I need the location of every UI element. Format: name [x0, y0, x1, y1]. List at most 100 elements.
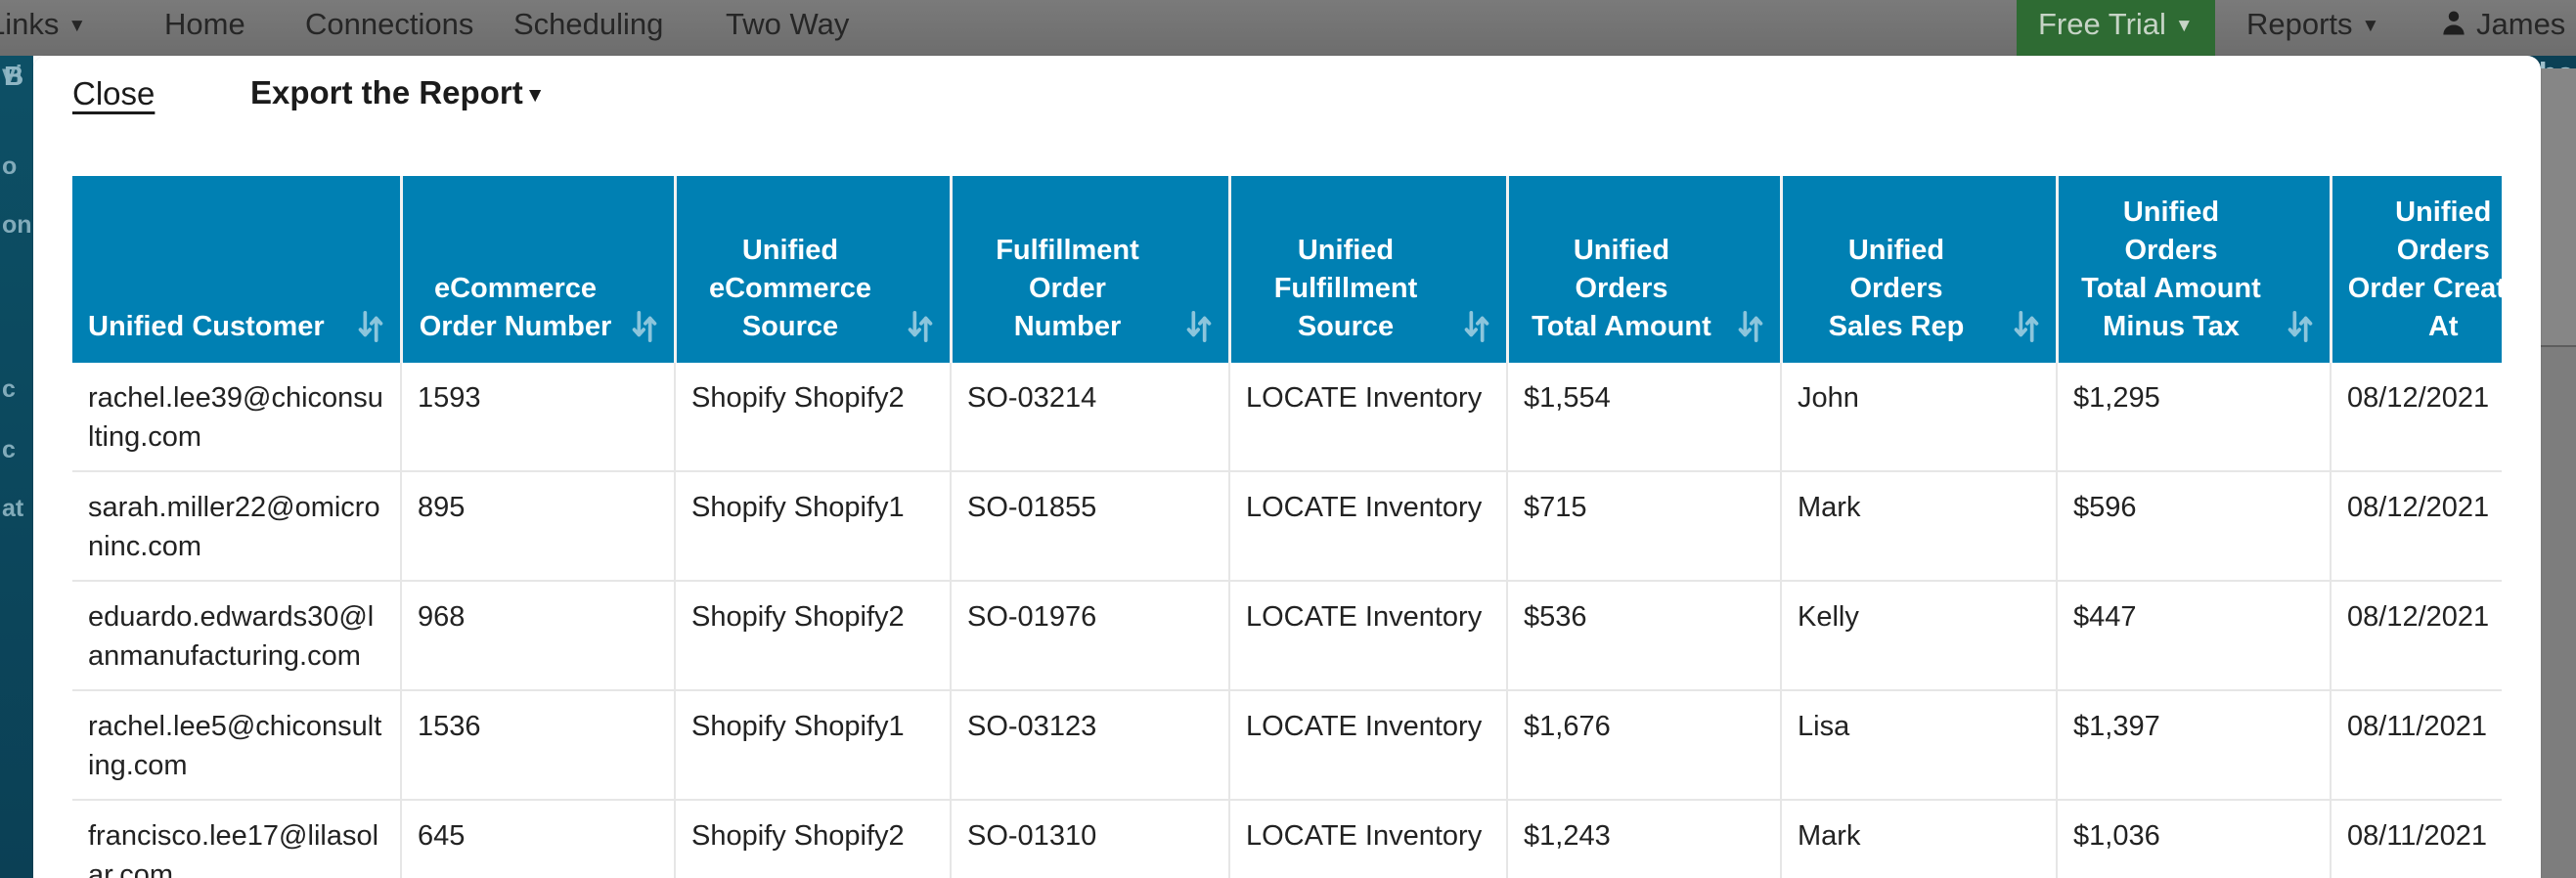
nav-item-label: Connections — [305, 7, 474, 41]
cell-unified-fulfillment-source: LOCATE Inventory — [1229, 799, 1508, 878]
sort-both-icon[interactable] — [2011, 310, 2042, 343]
cell-unified-fulfillment-source: LOCATE Inventory — [1229, 362, 1508, 472]
report-table-scroll-area[interactable]: Unified Customer eCommerce Order Number Uni… — [72, 176, 2502, 878]
table-row[interactable]: sarah.miller22@omicroninc.com 895 Shopify … — [72, 470, 2502, 582]
column-header-unified-orders-sales-rep[interactable]: Unified Orders Sales Rep — [1781, 176, 2059, 363]
column-header-label: Unified eCommerce Source — [708, 235, 872, 343]
export-the-report-dropdown[interactable]: Export the Report▼ — [250, 74, 545, 111]
report-header-row: Unified Customer eCommerce Order Number Uni… — [72, 176, 2502, 363]
user-menu[interactable]: James — [2439, 0, 2565, 56]
cell-unified-ecommerce-source: Shopify Shopify2 — [675, 362, 952, 472]
table-row[interactable]: eduardo.edwards30@lanmanufacturing.com 96… — [72, 580, 2502, 691]
cell-unified-fulfillment-source: LOCATE Inventory — [1229, 580, 1508, 691]
cell-unified-ecommerce-source: Shopify Shopify1 — [675, 689, 952, 801]
column-header-label: eCommerce Order Number — [419, 273, 612, 343]
top-navigation-bar: Links ▼ Home Connections Scheduling Two W… — [0, 0, 2576, 56]
column-header-label: Unified Orders Sales Rep — [1828, 235, 1965, 343]
sidebar-ghost-text: c — [2, 375, 16, 403]
cell-unified-customer: francisco.lee17@lilasolar.com — [72, 799, 402, 878]
cell-fulfillment-order-number: SO-03214 — [951, 362, 1230, 472]
sidebar-ghost-text: on — [2, 211, 32, 239]
column-header-fulfillment-order-number[interactable]: Fulfillment Order Number — [951, 176, 1231, 363]
nav-item-reports[interactable]: Reports ▼ — [2246, 0, 2379, 56]
sort-both-icon[interactable] — [2285, 310, 2316, 343]
sort-both-icon[interactable] — [1461, 310, 1492, 343]
sort-both-icon[interactable] — [629, 310, 660, 343]
nav-item-home[interactable]: Home — [164, 0, 245, 56]
report-table: Unified Customer eCommerce Order Number Uni… — [72, 176, 2502, 878]
column-header-unified-customer[interactable]: Unified Customer — [72, 176, 403, 363]
chevron-down-icon: ▼ — [67, 15, 87, 36]
background-left-partial-text: B — [4, 61, 24, 91]
table-row[interactable]: rachel.lee5@chiconsulting.com 1536 Shopify… — [72, 689, 2502, 801]
nav-item-label: Scheduling — [513, 7, 664, 41]
chevron-down-icon: ▼ — [2361, 15, 2380, 36]
cell-ecommerce-order-number: 645 — [401, 799, 676, 878]
cell-unified-orders-total-amount: $536 — [1507, 580, 1782, 691]
cell-unified-ecommerce-source: Shopify Shopify1 — [675, 470, 952, 582]
cell-fulfillment-order-number: SO-01976 — [951, 580, 1230, 691]
cell-unified-customer: rachel.lee39@chiconsulting.com — [72, 362, 402, 472]
column-header-unified-orders-total-amount[interactable]: Unified Orders Total Amount — [1507, 176, 1783, 363]
table-row[interactable]: rachel.lee39@chiconsulting.com 1593 Shopif… — [72, 362, 2502, 472]
column-header-label: Unified Orders Total Amount Minus Tax — [2081, 197, 2261, 343]
free-trial-label: Free Trial — [2038, 7, 2166, 41]
page-scrollbar-thumb[interactable] — [2539, 68, 2576, 347]
cell-unified-orders-sales-rep: Mark — [1781, 799, 2058, 878]
nav-item-links[interactable]: Links ▼ — [0, 0, 86, 56]
left-sidebar-strip[interactable]: vi o on c c at — [0, 43, 33, 878]
chevron-down-icon: ▼ — [524, 84, 546, 107]
report-modal: Close Export the Report▼ Unified Custome… — [33, 56, 2541, 878]
chevron-down-icon: ▼ — [2174, 15, 2194, 36]
column-header-label: Unified Fulfillment Source — [1273, 235, 1418, 343]
column-header-unified-orders-total-amount-minus-tax[interactable]: Unified Orders Total Amount Minus Tax — [2057, 176, 2332, 363]
cell-ecommerce-order-number: 895 — [401, 470, 676, 582]
column-header-unified-ecommerce-source[interactable]: Unified eCommerce Source — [675, 176, 953, 363]
report-table-body: rachel.lee39@chiconsulting.com 1593 Shopif… — [72, 362, 2502, 878]
cell-ecommerce-order-number: 968 — [401, 580, 676, 691]
column-header-ecommerce-order-number[interactable]: eCommerce Order Number — [401, 176, 677, 363]
user-menu-label: James — [2476, 7, 2566, 41]
cell-unified-orders-order-created-at: 08/12/2021 — [2331, 470, 2502, 582]
free-trial-button[interactable]: Free Trial ▼ — [2017, 0, 2215, 56]
column-header-label: Fulfillment Order Number — [996, 235, 1139, 343]
sort-both-icon[interactable] — [1183, 310, 1215, 343]
cell-unified-orders-total-amount: $1,676 — [1507, 689, 1782, 801]
column-header-unified-fulfillment-source[interactable]: Unified Fulfillment Source — [1229, 176, 1509, 363]
column-header-label: Unified OrdersOrder Created At — [2347, 197, 2502, 343]
cell-unified-customer: rachel.lee5@chiconsulting.com — [72, 689, 402, 801]
sidebar-ghost-text: c — [2, 436, 16, 463]
cell-unified-orders-total-amount-minus-tax: $596 — [2057, 470, 2332, 582]
cell-unified-ecommerce-source: Shopify Shopify2 — [675, 799, 952, 878]
table-row[interactable]: francisco.lee17@lilasolar.com 645 Shopify … — [72, 799, 2502, 878]
report-table-head: Unified Customer eCommerce Order Number Uni… — [72, 176, 2502, 363]
cell-unified-orders-total-amount-minus-tax: $1,036 — [2057, 799, 2332, 878]
cell-fulfillment-order-number: SO-03123 — [951, 689, 1230, 801]
sidebar-ghost-text: at — [2, 495, 24, 522]
column-header-unified-orders-order-created-at[interactable]: Unified OrdersOrder Created At — [2331, 176, 2502, 363]
cell-unified-fulfillment-source: LOCATE Inventory — [1229, 470, 1508, 582]
nav-item-scheduling[interactable]: Scheduling — [513, 0, 663, 56]
cell-unified-customer: eduardo.edwards30@lanmanufacturing.com — [72, 580, 402, 691]
sidebar-ghost-text: o — [2, 153, 18, 180]
cell-unified-orders-sales-rep: Mark — [1781, 470, 2058, 582]
cell-unified-orders-total-amount: $1,554 — [1507, 362, 1782, 472]
cell-unified-orders-total-amount-minus-tax: $1,295 — [2057, 362, 2332, 472]
nav-item-connections[interactable]: Connections — [305, 0, 473, 56]
cell-unified-orders-sales-rep: Lisa — [1781, 689, 2058, 801]
cell-unified-fulfillment-source: LOCATE Inventory — [1229, 689, 1508, 801]
nav-item-label: Home — [164, 7, 245, 41]
sort-both-icon[interactable] — [1735, 310, 1766, 343]
modal-toolbar: Close Export the Report▼ — [33, 56, 2541, 126]
cell-unified-orders-total-amount-minus-tax: $1,397 — [2057, 689, 2332, 801]
page-scrollbar[interactable] — [2539, 68, 2576, 878]
cell-fulfillment-order-number: SO-01855 — [951, 470, 1230, 582]
cell-fulfillment-order-number: SO-01310 — [951, 799, 1230, 878]
sort-both-icon[interactable] — [355, 310, 386, 343]
close-button[interactable]: Close — [72, 75, 155, 112]
sort-both-icon[interactable] — [905, 310, 936, 343]
cell-unified-customer: sarah.miller22@omicroninc.com — [72, 470, 402, 582]
cell-unified-orders-total-amount-minus-tax: $447 — [2057, 580, 2332, 691]
nav-item-two-way[interactable]: Two Way — [726, 0, 849, 56]
nav-item-label: Reports — [2246, 7, 2353, 41]
